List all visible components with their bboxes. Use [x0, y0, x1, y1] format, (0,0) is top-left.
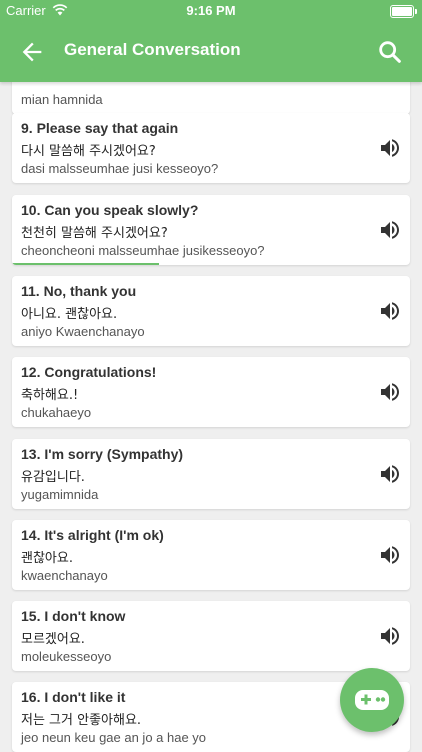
phrase-card[interactable]: 10. Can you speak slowly? 천천히 말씀해 주시겠어요?… — [12, 195, 410, 265]
english-text: 11. No, thank you — [21, 283, 137, 299]
clock-time: 9:16 PM — [186, 3, 236, 18]
status-bar: Carrier 9:16 PM — [0, 0, 422, 22]
romanization-text: yugamimnida — [21, 487, 99, 502]
phrase-card[interactable]: 13. I'm sorry (Sympathy) 유감입니다. yugamimn… — [12, 439, 410, 509]
phrase-card[interactable]: 14. It's alright (I'm ok) 괜찮아요. kwaencha… — [12, 520, 410, 590]
phrase-card[interactable]: 9. Please say that again 다시 말씀해 주시겠어요? d… — [12, 113, 410, 183]
english-text: 10. Can you speak slowly? — [21, 202, 199, 218]
english-text: 15. I don't know — [21, 608, 126, 624]
speaker-icon[interactable] — [378, 299, 402, 323]
korean-text: 모르겠어요. — [21, 632, 85, 647]
phrase-card[interactable]: 12. Congratulations! 축하해요.! chukahaeyo — [12, 357, 410, 427]
speaker-icon[interactable] — [378, 136, 402, 160]
korean-text: 괜찮아요. — [21, 551, 73, 566]
korean-text: 유감입니다. — [21, 470, 85, 485]
english-text: 13. I'm sorry (Sympathy) — [21, 446, 184, 462]
search-icon[interactable] — [376, 38, 404, 66]
speaker-icon[interactable] — [378, 543, 402, 567]
romanization-text: aniyo Kwaenchanayo — [21, 324, 145, 339]
speaker-icon[interactable] — [378, 462, 402, 486]
korean-text: 다시 말씀해 주시겠어요? — [21, 144, 156, 159]
playback-progress-bar — [12, 263, 160, 265]
phrase-card[interactable]: 15. I don't know 모르겠어요. moleukesseoyo — [12, 601, 410, 671]
romanization-text: mian hamnida — [21, 92, 103, 107]
page-title: General Conversation — [64, 40, 241, 59]
romanization-text: chukahaeyo — [21, 405, 92, 420]
arrow-left-icon[interactable] — [18, 38, 46, 66]
gamepad-icon — [355, 690, 389, 710]
romanization-text: jeo neun keu gae an jo a hae yo — [21, 730, 207, 745]
romanization-text: moleukesseoyo — [21, 649, 112, 664]
romanization-text: dasi malsseumhae jusi kesseoyo? — [21, 161, 219, 176]
korean-text: 천천히 말씀해 주시겠어요? — [21, 226, 168, 241]
speaker-icon[interactable] — [378, 624, 402, 648]
battery-icon — [390, 5, 417, 18]
app-bar: General Conversation — [0, 22, 422, 82]
speaker-icon[interactable] — [378, 218, 402, 242]
game-fab-button[interactable] — [340, 668, 404, 732]
english-text: 16. I don't like it — [21, 689, 126, 705]
korean-text: 저는 그거 안좋아해요. — [21, 713, 142, 728]
english-text: 12. Congratulations! — [21, 364, 157, 380]
phrase-card[interactable]: 11. No, thank you 아니요. 괜찮아요. aniyo Kwaen… — [12, 276, 410, 346]
romanization-text: cheoncheoni malsseumhae jusikesseoyo? — [21, 243, 265, 258]
korean-text: 아니요. 괜찮아요. — [21, 307, 118, 322]
english-text: 14. It's alright (I'm ok) — [21, 527, 164, 543]
korean-text: 축하해요.! — [21, 388, 79, 403]
romanization-text: kwaenchanayo — [21, 568, 108, 583]
speaker-icon[interactable] — [378, 380, 402, 404]
english-text: 9. Please say that again — [21, 120, 179, 136]
